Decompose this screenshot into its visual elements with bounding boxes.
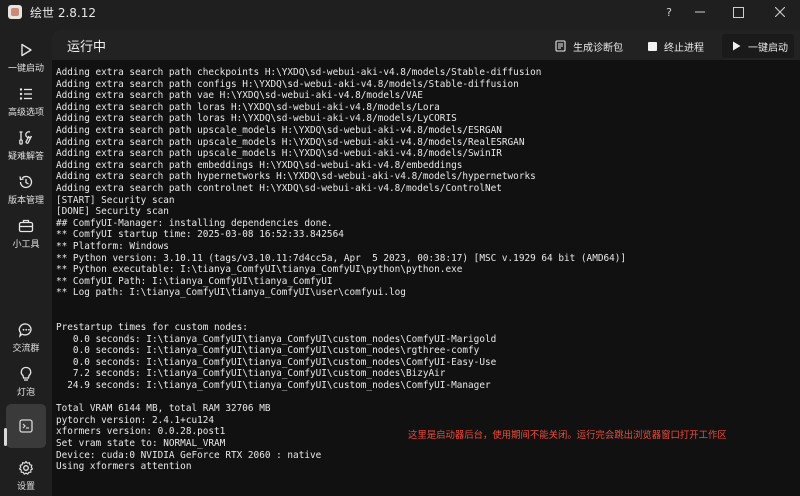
console-line: Prestartup times for custom nodes:	[56, 322, 248, 334]
history-icon	[19, 175, 33, 189]
console-line: Adding extra search path controlnet H:\Y…	[56, 182, 502, 194]
diagnostic-package-label: 生成诊断包	[573, 42, 623, 54]
console-line: Total VRAM 6144 MB, total RAM 32706 MB	[56, 403, 271, 415]
minimize-icon	[695, 11, 705, 13]
stop-icon	[648, 41, 657, 51]
console-line: ** Python version: 3.10.11 (tags/v3.10.1…	[56, 252, 627, 264]
sidebar-item-settings[interactable]: 设置	[6, 454, 46, 496]
stop-process-button[interactable]: 终止进程	[648, 36, 704, 56]
title-bar: 绘世 2.8.12 ?	[0, 0, 800, 24]
close-button[interactable]	[760, 0, 800, 24]
toolbox-icon	[18, 219, 34, 233]
console-line: Adding extra search path embeddings H:\Y…	[56, 159, 463, 171]
diagnostic-package-button[interactable]: 生成诊断包	[555, 36, 623, 56]
play-icon	[21, 43, 32, 57]
console-line: Adding extra search path loras H:\YXDQ\s…	[56, 101, 440, 113]
console-line: Adding extra search path upscale_models …	[56, 136, 525, 148]
sidebar-item-tools[interactable]: 小工具	[6, 212, 46, 254]
settings-icon	[18, 460, 34, 475]
console-line: Device: cuda:0 NVIDIA GeForce RTX 2060 :…	[56, 449, 322, 461]
active-indicator	[4, 428, 7, 446]
sidebar-item-label: 版本管理	[7, 196, 44, 206]
stop-process-label: 终止进程	[664, 42, 704, 54]
console-line: Adding extra search path hypernetworks H…	[56, 171, 536, 183]
console-line: 7.2 seconds: I:\tianya_ComfyUI\tianya_Co…	[56, 368, 446, 380]
close-icon	[775, 7, 785, 17]
sidebar-item-troubleshoot[interactable]: 疑难解答	[6, 124, 46, 166]
maximize-icon	[732, 6, 744, 18]
lightbulb-icon	[20, 366, 32, 381]
console-line: ** Platform: Windows	[56, 240, 169, 252]
launch-label: 一键启动	[748, 42, 788, 54]
console-line: Adding extra search path upscale_models …	[56, 124, 502, 136]
help-button[interactable]: ?	[654, 0, 684, 24]
app-logo-icon	[8, 5, 22, 19]
sidebar-item-lightbulb[interactable]: 灯泡	[6, 360, 46, 402]
console-line: Adding extra search path loras H:\YXDQ\s…	[56, 113, 457, 125]
panel-header: 运行中 生成诊断包 终止进程 一键启动	[52, 30, 800, 60]
sidebar-item-community[interactable]: 交流群	[6, 316, 46, 358]
console-line: ** ComfyUI Path: I:\tianya_ComfyUI\tiany…	[56, 275, 333, 287]
sidebar-item-label: 灯泡	[16, 388, 35, 398]
sidebar-item-label: 交流群	[12, 344, 40, 354]
document-icon	[555, 40, 566, 52]
sidebar-item-label: 疑难解答	[7, 152, 44, 162]
help-icon: ?	[666, 6, 672, 18]
console-line: ** Log path: I:\tianya_ComfyUI\tianya_Co…	[56, 287, 406, 299]
console-line: [DONE] Security scan	[56, 206, 169, 218]
chat-icon	[18, 323, 32, 338]
console-line: Adding extra search path upscale_models …	[56, 148, 502, 160]
console-line: 24.9 seconds: I:\tianya_ComfyUI\tianya_C…	[56, 380, 491, 392]
console-line: Using xformers attention	[56, 461, 192, 473]
console-line: 0.0 seconds: I:\tianya_ComfyUI\tianya_Co…	[56, 333, 497, 345]
tools-icon	[19, 131, 33, 145]
main-panel: 运行中 生成诊断包 终止进程 一键启动 Adding extra search …	[52, 30, 800, 496]
launch-button[interactable]: 一键启动	[722, 34, 794, 58]
console-line: Adding extra search path checkpoints H:\…	[56, 67, 542, 78]
svg-text:?: ?	[666, 6, 672, 18]
console-line: Adding extra search path vae H:\YXDQ\sd-…	[56, 90, 423, 102]
play-icon	[733, 41, 741, 51]
console-line: 0.0 seconds: I:\tianya_ComfyUI\tianya_Co…	[56, 356, 497, 368]
console-line: ** ComfyUI startup time: 2025-03-08 16:5…	[56, 229, 344, 241]
console-line: 0.0 seconds: I:\tianya_ComfyUI\tianya_Co…	[56, 345, 480, 357]
console-line: ## ComfyUI-Manager: installing dependenc…	[56, 217, 333, 229]
console-line: [START] Security scan	[56, 194, 175, 206]
sidebar-item-console[interactable]	[6, 404, 46, 448]
app-title: 绘世 2.8.12	[30, 5, 96, 20]
maximize-button[interactable]	[716, 0, 760, 24]
console-line: pytorch version: 2.4.1+cu124	[56, 414, 215, 426]
console-notice: 这里是启动器后台，使用期间不能关闭。运行完会跳出浏览器窗口打开工作区	[408, 430, 727, 441]
sidebar-item-label: 高级选项	[7, 108, 44, 118]
console-icon	[19, 419, 33, 433]
sidebar-item-label: 设置	[16, 482, 35, 492]
sidebar-item-label: 一键启动	[7, 64, 44, 74]
sidebar-item-advanced[interactable]: 高级选项	[6, 80, 46, 122]
sidebar: 一键启动 高级选项 疑难解答 版本管理 小工具 交流群 灯泡 设置	[0, 24, 52, 496]
console-line: ** Python executable: I:\tianya_ComfyUI\…	[56, 264, 463, 276]
console-line: Adding extra search path configs H:\YXDQ…	[56, 78, 519, 90]
sidebar-item-launch[interactable]: 一键启动	[6, 36, 46, 78]
page-title: 运行中	[67, 40, 107, 55]
window-controls: ?	[654, 0, 800, 24]
list-icon	[19, 88, 32, 100]
minimize-button[interactable]	[684, 0, 716, 24]
sidebar-item-versions[interactable]: 版本管理	[6, 168, 46, 210]
sidebar-item-label: 小工具	[12, 240, 40, 250]
